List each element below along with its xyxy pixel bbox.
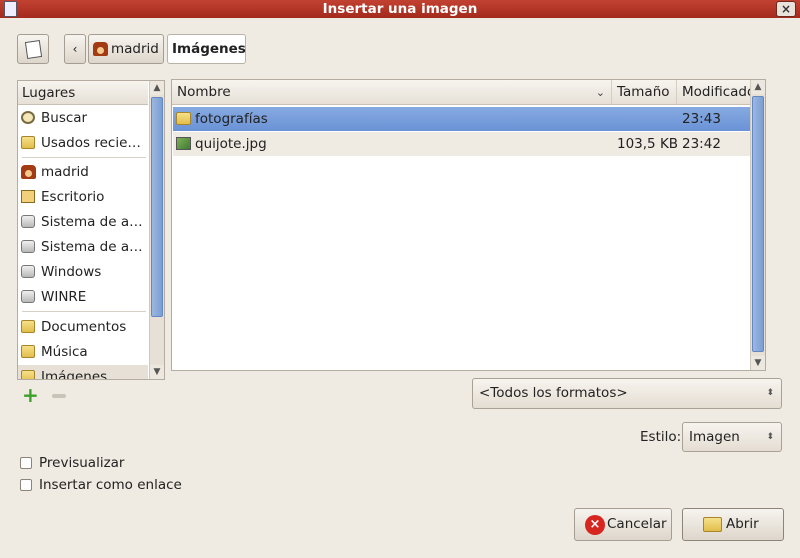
place-label: Usados recie…: [41, 135, 141, 151]
separator: [22, 311, 146, 312]
column-name-label: Nombre: [177, 84, 231, 100]
style-label: Estilo:: [640, 429, 682, 445]
add-bookmark-button[interactable]: +: [22, 385, 39, 405]
music-folder-icon: [21, 345, 35, 358]
file-row[interactable]: fotografías 23:43: [173, 107, 764, 131]
recent-folder-icon: [21, 136, 35, 149]
place-label: Sistema de a…: [41, 214, 143, 230]
file-modified: 23:42: [682, 136, 721, 152]
breadcrumb-label: madrid: [111, 41, 159, 57]
separator: [22, 157, 146, 158]
insert-as-link-checkbox[interactable]: [20, 479, 32, 491]
scroll-down-arrow[interactable]: ▼: [150, 365, 164, 379]
place-item-musica[interactable]: Música: [18, 340, 148, 364]
column-header-name[interactable]: Nombre ⌄: [172, 80, 612, 105]
places-sidebar: Lugares Buscar Usados recie… madrid Escr…: [17, 80, 165, 380]
file-list: Nombre ⌄ Tamaño Modificado fotografías 2…: [171, 79, 766, 371]
open-label: Abrir: [726, 516, 759, 532]
place-label: Música: [41, 344, 88, 360]
desktop-icon: [21, 190, 35, 203]
scroll-down-arrow[interactable]: ▼: [751, 356, 765, 370]
column-header-size[interactable]: Tamaño: [612, 80, 677, 105]
document-icon: [4, 1, 17, 17]
file-list-scrollbar[interactable]: ▲ ▼: [750, 80, 765, 370]
place-label: Sistema de a…: [41, 239, 143, 255]
home-icon: [21, 165, 36, 179]
preview-checkbox[interactable]: [20, 457, 32, 469]
place-label: Documentos: [41, 319, 127, 335]
place-label: Escritorio: [41, 189, 105, 205]
open-folder-icon: [703, 517, 722, 532]
open-button[interactable]: Abrir: [682, 508, 784, 541]
place-item-documentos[interactable]: Documentos: [18, 315, 148, 339]
place-item-recent[interactable]: Usados recie…: [18, 131, 148, 155]
file-size: 103,5 KB: [617, 136, 679, 152]
place-item-filesystem-1[interactable]: Sistema de a…: [18, 210, 148, 234]
place-item-filesystem-2[interactable]: Sistema de a…: [18, 235, 148, 259]
insert-as-link-label[interactable]: Insertar como enlace: [39, 476, 182, 494]
place-label: Windows: [41, 264, 102, 280]
place-label: Imágenes: [41, 369, 108, 379]
title-bar: Insertar una imagen ×: [0, 0, 800, 18]
places-scrollbar[interactable]: ▲ ▼: [149, 81, 164, 379]
breadcrumb-madrid[interactable]: madrid: [88, 34, 164, 64]
edit-location-icon: [24, 40, 43, 59]
window-title: Insertar una imagen: [322, 1, 478, 17]
image-file-icon: [176, 137, 191, 150]
combo-arrow-icon: ⬍: [766, 432, 774, 442]
close-button[interactable]: ×: [776, 1, 796, 17]
drive-icon: [21, 215, 35, 228]
place-item-escritorio[interactable]: Escritorio: [18, 185, 148, 209]
combo-arrow-icon: ⬍: [766, 388, 774, 398]
file-name: quijote.jpg: [195, 136, 267, 152]
file-modified: 23:43: [682, 111, 721, 127]
drive-icon: [21, 240, 35, 253]
file-name: fotografías: [195, 111, 268, 127]
scroll-thumb[interactable]: [151, 97, 163, 317]
file-row[interactable]: quijote.jpg 103,5 KB 23:42: [173, 132, 764, 156]
place-item-buscar[interactable]: Buscar: [18, 106, 148, 130]
path-back-button[interactable]: ‹: [64, 34, 86, 64]
style-select[interactable]: Imagen ⬍: [682, 422, 782, 452]
remove-bookmark-button[interactable]: [52, 394, 66, 398]
style-value: Imagen: [689, 429, 740, 445]
place-label: Buscar: [41, 110, 88, 126]
drive-icon: [21, 265, 35, 278]
place-item-madrid[interactable]: madrid: [18, 160, 148, 184]
folder-icon: [176, 112, 191, 125]
pictures-folder-icon: [21, 370, 35, 379]
cancel-icon: ×: [585, 515, 605, 535]
file-type-filter[interactable]: <Todos los formatos> ⬍: [472, 378, 782, 409]
cancel-button[interactable]: × Cancelar: [574, 508, 672, 541]
sort-descending-icon: ⌄: [595, 86, 605, 99]
places-header[interactable]: Lugares: [18, 81, 148, 105]
preview-label[interactable]: Previsualizar: [39, 454, 124, 472]
scroll-up-arrow[interactable]: ▲: [150, 81, 164, 95]
place-item-winre[interactable]: WINRE: [18, 285, 148, 309]
search-icon: [21, 111, 35, 124]
home-icon: [93, 42, 108, 56]
breadcrumb-imagenes[interactable]: Imágenes: [167, 34, 246, 64]
drive-icon: [21, 290, 35, 303]
cancel-label: Cancelar: [607, 516, 667, 532]
scroll-up-arrow[interactable]: ▲: [751, 80, 765, 94]
place-label: madrid: [41, 164, 89, 180]
type-location-button[interactable]: [17, 34, 49, 64]
scroll-thumb[interactable]: [752, 96, 764, 352]
place-item-imagenes[interactable]: Imágenes: [18, 365, 148, 379]
place-label: WINRE: [41, 289, 87, 305]
filter-value: <Todos los formatos>: [479, 385, 628, 401]
folder-icon: [21, 320, 35, 333]
place-item-windows[interactable]: Windows: [18, 260, 148, 284]
